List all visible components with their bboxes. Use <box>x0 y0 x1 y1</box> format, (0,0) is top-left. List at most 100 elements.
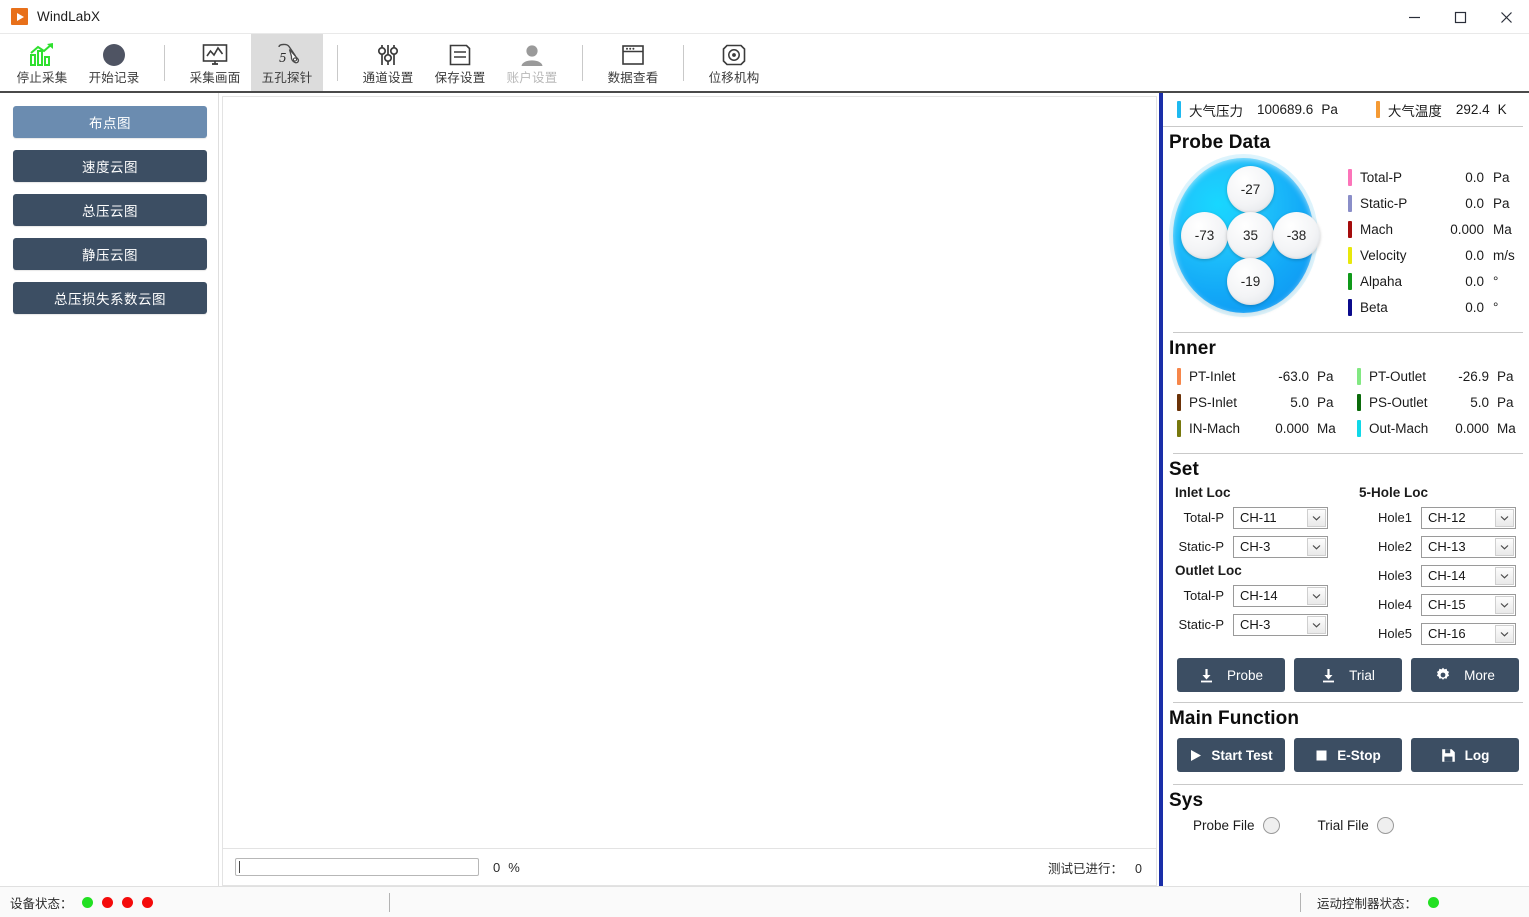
inner-row: PT-Outlet -26.9 Pa <box>1343 363 1523 389</box>
status-separator <box>1299 892 1301 912</box>
inner-label: IN-Mach <box>1189 420 1241 436</box>
probe-hole-right: -38 <box>1273 212 1320 259</box>
plot-canvas[interactable] <box>222 96 1157 848</box>
inlet-loc-title: Inlet Loc <box>1175 485 1231 500</box>
color-bar <box>1177 393 1181 411</box>
sidebar-item-static-pressure-contour[interactable]: 静压云图 <box>13 238 207 270</box>
hole4-select[interactable]: CH-15 <box>1421 593 1516 616</box>
chevron-down-icon[interactable] <box>1495 508 1514 527</box>
sidebar-item-total-pressure-contour[interactable]: 总压云图 <box>13 194 207 226</box>
start-test-button[interactable]: Start Test <box>1177 738 1285 772</box>
body-area: 布点图 速度云图 总压云图 静压云图 总压损失系数云图 0 % 测试已进行： 0 <box>0 93 1529 886</box>
field-label: Static-P <box>1178 539 1224 554</box>
probe-value-unit: Pa <box>1493 195 1510 211</box>
probe-data-title: Probe Data <box>1169 132 1271 153</box>
toolbar-item-account-settings[interactable]: 账户设置 <box>496 34 568 91</box>
chevron-down-icon[interactable] <box>1495 566 1514 585</box>
select-value: CH-3 <box>1240 617 1271 632</box>
device-status-group: 设备状态： <box>10 893 153 912</box>
probe-button[interactable]: Probe <box>1177 658 1285 692</box>
button-label: Log <box>1464 747 1490 763</box>
device-led-4 <box>141 896 153 908</box>
progress-bar <box>235 858 479 876</box>
app-window: WindLabX 停止采集 开始记录 采集画面 5 五孔探针 通道设置 保存设置… <box>0 0 1529 917</box>
color-bar <box>1177 367 1181 385</box>
field-label: Hole1 <box>1378 510 1412 525</box>
inlet-static-p-select[interactable]: CH-3 <box>1233 535 1328 558</box>
toolbar-item-save-settings[interactable]: 保存设置 <box>424 34 496 91</box>
window-data-icon <box>620 41 646 70</box>
toolbar-item-motion-stage[interactable]: 位移机构 <box>698 34 770 91</box>
sidebar-item-total-pressure-loss-contour[interactable]: 总压损失系数云图 <box>13 282 207 314</box>
minimize-button[interactable] <box>1391 0 1437 34</box>
hole5-select[interactable]: CH-16 <box>1421 622 1516 645</box>
toolbar-item-channel-settings[interactable]: 通道设置 <box>352 34 424 91</box>
record-circle-icon <box>101 41 127 70</box>
toolbar-item-acquire-view[interactable]: 采集画面 <box>179 34 251 91</box>
chevron-down-icon[interactable] <box>1495 537 1514 556</box>
log-button[interactable]: Log <box>1411 738 1519 772</box>
title-bar-left: WindLabX <box>0 8 100 25</box>
toolbar-item-data-view[interactable]: 数据查看 <box>597 34 669 91</box>
color-bar <box>1348 272 1352 290</box>
field-label: Total-P <box>1183 588 1224 603</box>
user-account-icon <box>519 41 545 70</box>
hole2-select[interactable]: CH-13 <box>1421 535 1516 558</box>
gear-icon <box>1435 667 1451 683</box>
probe-value-unit: ° <box>1493 299 1499 315</box>
atmosphere-pressure-label: 大气压力 <box>1189 103 1243 119</box>
sidebar-item-velocity-contour[interactable]: 速度云图 <box>13 150 207 182</box>
hole2-row: Hole2 CH-13 <box>1359 532 1521 561</box>
outlet-loc-title: Outlet Loc <box>1175 563 1242 578</box>
five-hole-probe-icon: 5 <box>270 41 304 70</box>
close-button[interactable] <box>1483 0 1529 34</box>
toolbar-item-five-hole-probe[interactable]: 5 五孔探针 <box>251 34 323 91</box>
toolbar-item-start-record[interactable]: 开始记录 <box>78 34 150 91</box>
toolbar-label: 通道设置 <box>362 70 414 85</box>
probe-file-led <box>1262 817 1280 834</box>
toolbar-label: 五孔探针 <box>261 70 313 85</box>
hole3-select[interactable]: CH-14 <box>1421 564 1516 587</box>
probe-value-row: Beta 0.0 ° <box>1348 294 1521 320</box>
toolbar-label: 采集画面 <box>189 70 241 85</box>
chevron-down-icon[interactable] <box>1307 586 1326 605</box>
outlet-total-p-select[interactable]: CH-14 <box>1233 584 1328 607</box>
chevron-down-icon[interactable] <box>1495 624 1514 643</box>
device-led-1 <box>81 896 93 908</box>
chevron-down-icon[interactable] <box>1307 615 1326 634</box>
hole5-row: Hole5 CH-16 <box>1359 619 1521 648</box>
more-button[interactable]: More <box>1411 658 1519 692</box>
field-label: Hole5 <box>1378 626 1412 641</box>
inner-unit: Pa <box>1317 368 1334 384</box>
toolbar-item-stop-acquire[interactable]: 停止采集 <box>6 34 78 91</box>
outlet-static-p-select[interactable]: CH-3 <box>1233 613 1328 636</box>
main-function-button-row: Start Test E-Stop Log <box>1163 732 1529 772</box>
app-title: WindLabX <box>37 9 101 24</box>
set-title: Set <box>1169 459 1199 480</box>
left-sidebar: 布点图 速度云图 总压云图 静压云图 总压损失系数云图 <box>0 93 219 886</box>
button-label: Probe <box>1226 667 1264 683</box>
svg-text:5: 5 <box>279 51 287 65</box>
inner-value: 0.000 <box>1275 420 1309 436</box>
canvas-column: 0 % 测试已进行： 0 <box>219 93 1159 886</box>
chevron-down-icon[interactable] <box>1495 595 1514 614</box>
atmosphere-temperature: 大气温度 292.4 K <box>1375 100 1507 120</box>
trial-button[interactable]: Trial <box>1294 658 1402 692</box>
chevron-down-icon[interactable] <box>1307 508 1326 527</box>
inlet-total-p-select[interactable]: CH-11 <box>1233 506 1328 529</box>
trial-file-led <box>1376 817 1394 834</box>
probe-value-label: Alpaha <box>1360 273 1403 289</box>
sidebar-item-layout-map[interactable]: 布点图 <box>13 106 207 138</box>
inner-unit: Ma <box>1497 420 1516 436</box>
toolbar-separator <box>582 45 583 81</box>
inner-right-column: PT-Outlet -26.9 Pa PS-Outlet 5.0 Pa Out-… <box>1343 363 1523 441</box>
test-counter-value: 0 <box>1135 861 1142 876</box>
download-icon <box>1199 668 1214 683</box>
toolbar-label: 停止采集 <box>16 70 68 85</box>
probe-value-label: Beta <box>1360 299 1388 315</box>
device-status-label: 设备状态： <box>10 896 73 911</box>
hole1-select[interactable]: CH-12 <box>1421 506 1516 529</box>
maximize-button[interactable] <box>1437 0 1483 34</box>
e-stop-button[interactable]: E-Stop <box>1294 738 1402 772</box>
chevron-down-icon[interactable] <box>1307 537 1326 556</box>
